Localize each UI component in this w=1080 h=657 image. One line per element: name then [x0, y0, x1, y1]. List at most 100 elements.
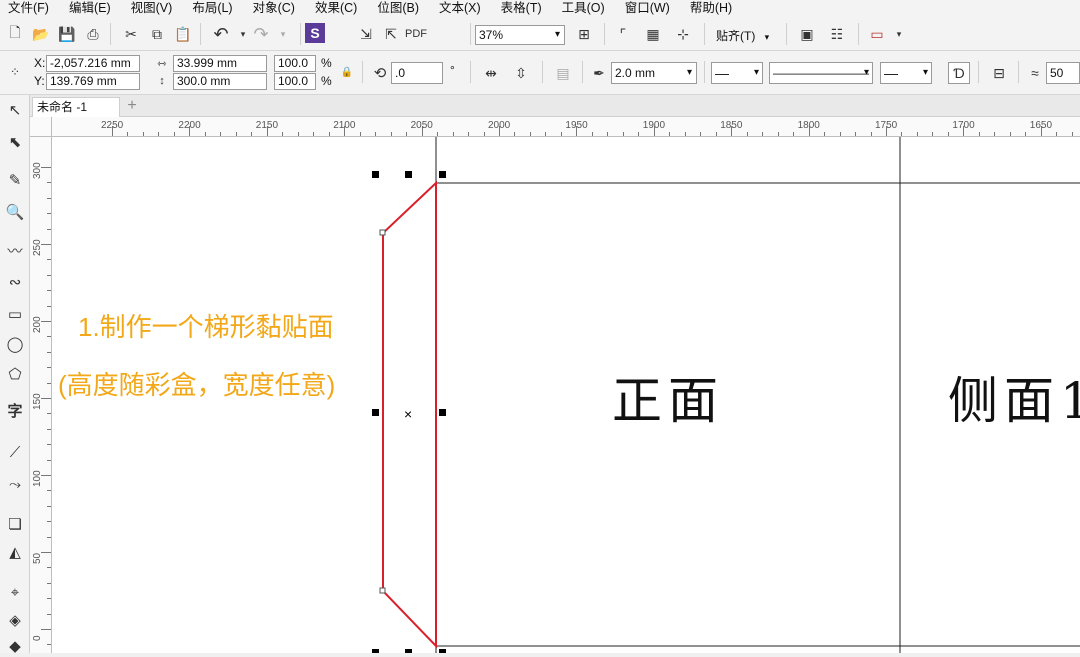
- crop-tool-icon[interactable]: ✎: [4, 169, 26, 191]
- wrap-text-icon[interactable]: ⊟: [988, 62, 1010, 84]
- y-position-input[interactable]: 139.769 mm: [46, 73, 140, 90]
- selection-handle-top[interactable]: [405, 171, 412, 178]
- export-icon[interactable]: ⇱: [380, 23, 402, 45]
- open-folder-icon[interactable]: 📂: [30, 23, 52, 45]
- application-launcher-icon[interactable]: ☷: [826, 23, 848, 45]
- outline-width-value: 2.0 mm: [615, 66, 656, 80]
- polygon-tool-icon[interactable]: ⬠: [4, 363, 26, 385]
- ruler-minor-tick: [47, 228, 51, 230]
- menu-item[interactable]: 窗口(W): [625, 0, 670, 17]
- paste-icon[interactable]: 📋: [172, 23, 194, 45]
- selection-handle-top-right[interactable]: [439, 171, 446, 178]
- redo-dropdown-icon[interactable]: ▾: [272, 23, 294, 45]
- ruler-minor-tick: [220, 132, 222, 136]
- selection-handle-right[interactable]: [439, 409, 446, 416]
- menu-item[interactable]: 视图(V): [131, 0, 173, 17]
- menu-item[interactable]: 位图(B): [377, 0, 419, 17]
- convert-to-curves-icon[interactable]: ▤: [552, 62, 574, 84]
- node-handle[interactable]: [379, 587, 386, 594]
- selection-handle-top-left[interactable]: [372, 171, 379, 178]
- zoom-tool-icon[interactable]: 🔍: [4, 201, 26, 223]
- artistic-media-icon[interactable]: ∾: [4, 271, 26, 293]
- smoothing-input[interactable]: 50: [1046, 62, 1080, 84]
- height-icon: ↕: [159, 75, 165, 87]
- redo-icon[interactable]: ↷: [250, 23, 272, 45]
- ruler-label: 1800: [797, 120, 820, 131]
- vertical-ruler[interactable]: 300 250 200 150 100 50 0: [30, 137, 52, 653]
- parallel-dimension-icon[interactable]: ⟋: [4, 441, 26, 463]
- menu-item[interactable]: 表格(T): [501, 0, 542, 17]
- selection-handle-bottom[interactable]: [405, 649, 412, 653]
- mirror-horizontal-icon[interactable]: ⇹: [480, 62, 502, 84]
- scale-height-input[interactable]: 100.0: [274, 73, 316, 90]
- rectangle-tool-icon[interactable]: ▭: [4, 303, 26, 325]
- snap-to-menu[interactable]: 贴齐(T) ▾: [716, 27, 769, 44]
- ellipse-tool-icon[interactable]: ◯: [4, 333, 26, 355]
- ruler-label: 200: [32, 316, 43, 333]
- menu-item[interactable]: 编辑(E): [69, 0, 111, 17]
- show-rulers-icon[interactable]: ⌜: [612, 23, 634, 45]
- outline-width-select[interactable]: 2.0 mm ▾: [611, 62, 697, 84]
- x-position-input[interactable]: -2,057.216 mm: [46, 55, 140, 72]
- add-document-icon[interactable]: +: [122, 98, 142, 116]
- import-icon[interactable]: ⇲: [355, 23, 377, 45]
- interactive-fill-icon[interactable]: ◈: [4, 609, 26, 631]
- chevron-down-icon[interactable]: ▾: [888, 23, 910, 45]
- search-content-icon[interactable]: S: [305, 23, 325, 43]
- ruler-origin[interactable]: [30, 117, 52, 137]
- ruler-minor-tick: [375, 132, 377, 136]
- text-tool-icon[interactable]: 字: [4, 399, 26, 421]
- show-grid-icon[interactable]: ▦: [642, 23, 664, 45]
- pick-tool-icon[interactable]: ↖: [4, 99, 26, 121]
- print-icon[interactable]: ⎙: [82, 23, 104, 45]
- menu-item[interactable]: 文件(F): [8, 0, 49, 17]
- selection-handle-bottom-right[interactable]: [439, 649, 446, 653]
- menu-item[interactable]: 帮助(H): [690, 0, 732, 17]
- end-arrowhead-select[interactable]: — ▾: [880, 62, 932, 84]
- save-icon[interactable]: 💾: [56, 23, 78, 45]
- menu-item[interactable]: 工具(O): [562, 0, 605, 17]
- node-handle[interactable]: [379, 229, 386, 236]
- export-pdf-icon[interactable]: PDF: [405, 23, 427, 45]
- selection-handle-left[interactable]: [372, 409, 379, 416]
- show-guidelines-icon[interactable]: ⊹: [672, 23, 694, 45]
- ruler-minor-tick: [468, 132, 470, 136]
- new-document-icon[interactable]: 🗋: [4, 23, 26, 45]
- connector-tool-icon[interactable]: ⤳: [4, 473, 26, 495]
- height-input[interactable]: 300.0 mm: [173, 73, 267, 90]
- ruler-minor-tick: [437, 132, 439, 136]
- copy-icon[interactable]: ⧉: [146, 23, 168, 45]
- reference-point-icon[interactable]: ⁘: [4, 61, 26, 83]
- lock-ratio-icon[interactable]: 🔒: [338, 63, 356, 81]
- scale-width-input[interactable]: 100.0: [274, 55, 316, 72]
- full-screen-preview-icon[interactable]: ⊞: [573, 23, 595, 45]
- options-icon[interactable]: ▣: [796, 23, 818, 45]
- width-input[interactable]: 33.999 mm: [173, 55, 267, 72]
- eyedropper-icon[interactable]: ⌖: [4, 581, 26, 603]
- start-arrowhead-select[interactable]: — ▾: [711, 62, 763, 84]
- rotation-angle-input[interactable]: .0: [391, 62, 443, 84]
- menu-item[interactable]: 布局(L): [192, 0, 232, 17]
- outline-style-select[interactable]: ———————— ▾: [769, 62, 873, 84]
- zoom-level-select[interactable]: 37% ▾: [475, 25, 565, 45]
- mirror-vertical-icon[interactable]: ⇳: [510, 62, 532, 84]
- document-tab[interactable]: 未命名 -1: [32, 97, 120, 117]
- selection-handle-bottom-left[interactable]: [372, 649, 379, 653]
- shape-tool-icon[interactable]: ⬉: [4, 131, 26, 153]
- horizontal-ruler[interactable]: 2250 2200 2150 2100 2050 2000 1950 1900 1850 1800…: [52, 117, 1080, 137]
- menu-item[interactable]: 对象(C): [253, 0, 295, 17]
- ruler-label: 2100: [333, 120, 356, 131]
- menu-item[interactable]: 文本(X): [439, 0, 481, 17]
- transparency-tool-icon[interactable]: ◭: [4, 541, 26, 563]
- ruler-tick: [41, 629, 51, 630]
- undo-icon[interactable]: ↶: [210, 23, 232, 45]
- freehand-tool-icon[interactable]: 〰: [4, 239, 26, 261]
- ruler-minor-tick: [47, 367, 51, 369]
- close-path-icon[interactable]: Ɗ: [948, 62, 970, 84]
- drawing-canvas[interactable]: × 1.制作一个梯形黏贴面 (高度随彩盒，宽度任意) 正面 侧面1: [52, 137, 1080, 653]
- menu-item[interactable]: 效果(C): [315, 0, 357, 17]
- drop-shadow-icon[interactable]: ❏: [4, 513, 26, 535]
- welcome-screen-icon[interactable]: ▭: [866, 23, 888, 45]
- smart-fill-icon[interactable]: ◆: [4, 635, 26, 657]
- cut-icon[interactable]: ✂: [120, 23, 142, 45]
